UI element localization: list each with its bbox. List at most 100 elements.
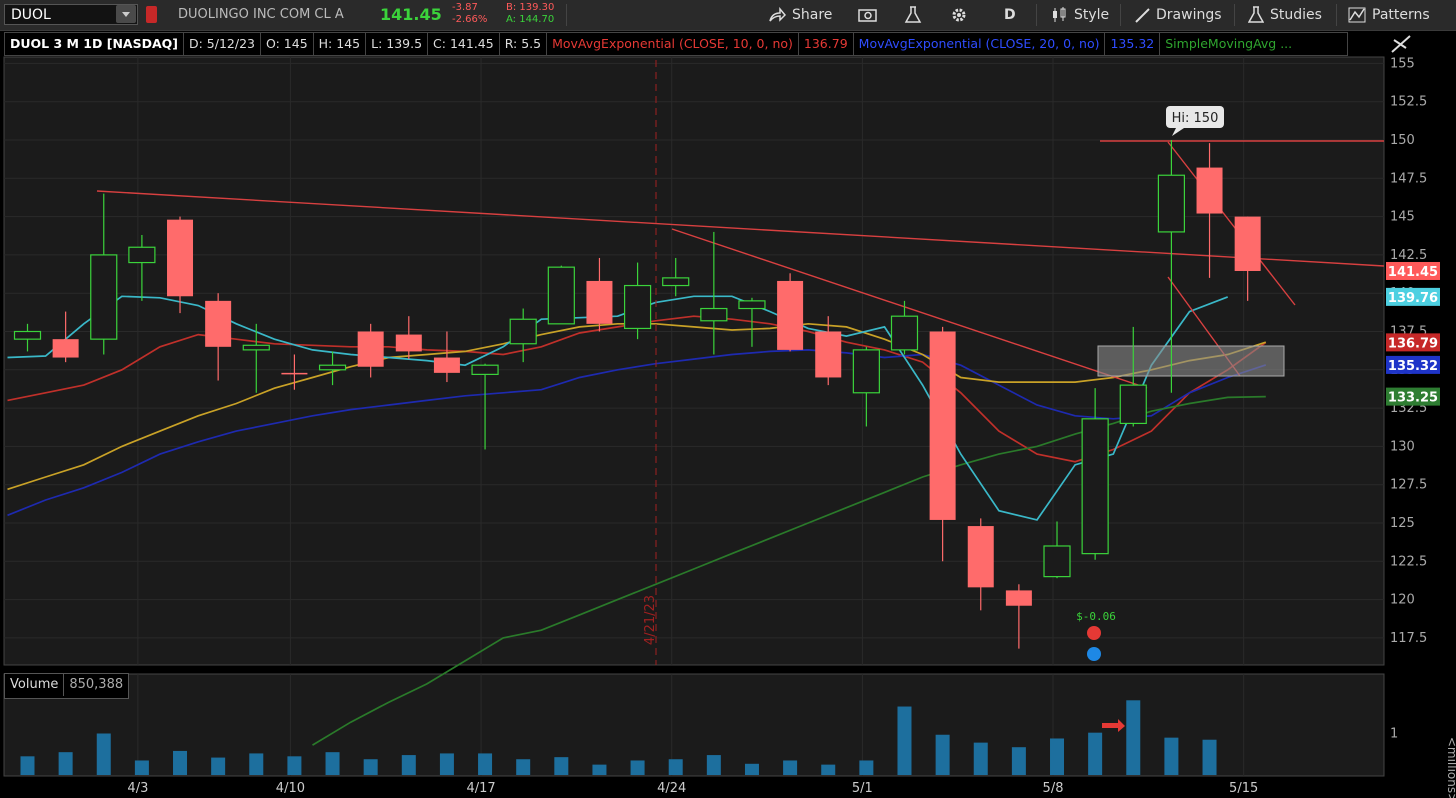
candle-body: [281, 372, 308, 375]
volume-bar: [363, 759, 378, 775]
price-label-text: 135.32: [1388, 359, 1438, 374]
date-tick-label: 4/10: [276, 781, 305, 796]
dividend-icon[interactable]: [1087, 647, 1101, 661]
snapshot-button[interactable]: [858, 0, 878, 30]
date-tick-label: 4/17: [466, 781, 495, 796]
volume-bar: [96, 733, 111, 775]
volume-bar: [859, 760, 874, 775]
candle-body: [815, 331, 842, 378]
price-labels: 141.45 139.76 136.79 135.32 133.25: [1386, 261, 1440, 406]
price-tick-label: 130: [1390, 439, 1415, 454]
symbol-text: DUOL: [11, 7, 51, 23]
candle-style-icon: [1053, 7, 1066, 22]
candle-body: [890, 315, 919, 351]
share-button[interactable]: Share: [768, 0, 832, 30]
toolbar-divider: [1120, 4, 1121, 26]
candle-body: [318, 364, 347, 371]
style-label: Style: [1074, 7, 1110, 23]
volume-bar: [821, 764, 836, 775]
volume-label: Volume: [10, 677, 59, 692]
candle-body: [777, 280, 804, 350]
date-tick-label: 5/8: [1043, 781, 1064, 796]
volume-bar: [325, 752, 340, 775]
candle-body: [1081, 418, 1109, 555]
price-tick-label: 152.5: [1390, 95, 1427, 110]
bid-value: B: 139.30: [506, 2, 555, 13]
price-change: -3.87 -2.66%: [452, 2, 487, 26]
last-price: 141.45: [380, 5, 442, 24]
volume-bar: [1126, 700, 1141, 775]
draw-tool-icon[interactable]: [1391, 35, 1411, 53]
patterns-button[interactable]: Patterns: [1348, 0, 1430, 30]
volume-bar: [1050, 738, 1065, 775]
candle-body: [52, 339, 79, 358]
patterns-label: Patterns: [1372, 7, 1430, 23]
volume-unit-label: <millions>: [1445, 737, 1456, 798]
change-percent: -2.66%: [452, 14, 488, 25]
volume-bar: [211, 757, 226, 775]
drawings-label: Drawings: [1156, 7, 1222, 23]
period-label: D: [1004, 7, 1016, 23]
price-tick-label: 150: [1390, 133, 1415, 148]
style-button[interactable]: Style: [1050, 0, 1109, 30]
candle-body: [433, 357, 460, 373]
candle-body: [738, 300, 766, 310]
chart-tools[interactable]: [1391, 35, 1411, 53]
support-zone[interactable]: [1097, 345, 1285, 377]
candle-body: [1196, 167, 1223, 214]
change-value: -3.87: [452, 2, 478, 13]
volume-bar: [897, 706, 912, 775]
candle-body: [1005, 590, 1032, 606]
toolbar-divider: [1336, 4, 1337, 26]
toolbar: DUOL DUOLINGO INC COM CL A 141.45 -3.87-…: [0, 0, 1456, 31]
date-tick-label: 5/15: [1229, 781, 1258, 796]
candle-body: [929, 331, 956, 520]
price-label-text: 139.76: [1388, 291, 1438, 306]
flask-button[interactable]: [904, 0, 922, 30]
candle-body: [662, 277, 690, 287]
gear-icon: [952, 8, 966, 22]
event-date-label: 4/21/23: [643, 595, 658, 645]
candle-body: [357, 331, 384, 367]
alert-flag-icon[interactable]: [146, 6, 157, 23]
volume-tick-label: 1: [1390, 727, 1398, 742]
price-tick-label: 142.5: [1390, 248, 1427, 263]
price-tick-label: 145: [1390, 210, 1415, 225]
volume-bar: [783, 760, 798, 775]
volume-bar: [744, 763, 759, 775]
price-tick-label: 147.5: [1390, 171, 1427, 186]
candle-body: [1119, 384, 1147, 425]
share-label: Share: [792, 7, 833, 23]
period-button[interactable]: D: [1004, 0, 1016, 30]
candle-body: [167, 219, 194, 297]
candle-body: [90, 254, 118, 340]
candle-body: [509, 318, 537, 345]
company-name: DUOLINGO INC COM CL A: [178, 7, 344, 22]
candle-body: [547, 266, 575, 325]
candle-body: [1234, 216, 1261, 271]
earnings-label: $-0.06: [1076, 610, 1116, 623]
volume-bar: [249, 753, 264, 775]
volume-bar: [1011, 747, 1026, 775]
settings-button[interactable]: [950, 0, 968, 30]
patterns-icon: [1348, 7, 1366, 23]
price-chart[interactable]: 155152.5150147.5145142.5140137.5135132.5…: [0, 30, 1456, 798]
toolbar-divider: [1036, 4, 1037, 26]
studies-button[interactable]: Studies: [1248, 0, 1322, 30]
drawings-button[interactable]: Drawings: [1134, 0, 1222, 30]
volume-bar: [973, 742, 988, 775]
bid-ask: B: 139.30 A: 144.70: [506, 2, 554, 26]
volume-bar: [287, 756, 302, 775]
candle-body: [586, 280, 613, 324]
pencil-icon: [1135, 8, 1150, 23]
price-tick-label: 117.5: [1390, 631, 1427, 646]
price-label-text: 141.45: [1388, 265, 1438, 280]
volume-value: 850,388: [63, 674, 128, 696]
volume-bar: [935, 734, 950, 775]
symbol-dropdown-button[interactable]: [116, 5, 136, 23]
volume-bar: [58, 752, 73, 775]
candle-body: [852, 349, 880, 394]
earnings-icon[interactable]: [1087, 626, 1101, 640]
volume-bar: [173, 750, 188, 775]
price-tick-label: 120: [1390, 593, 1415, 608]
